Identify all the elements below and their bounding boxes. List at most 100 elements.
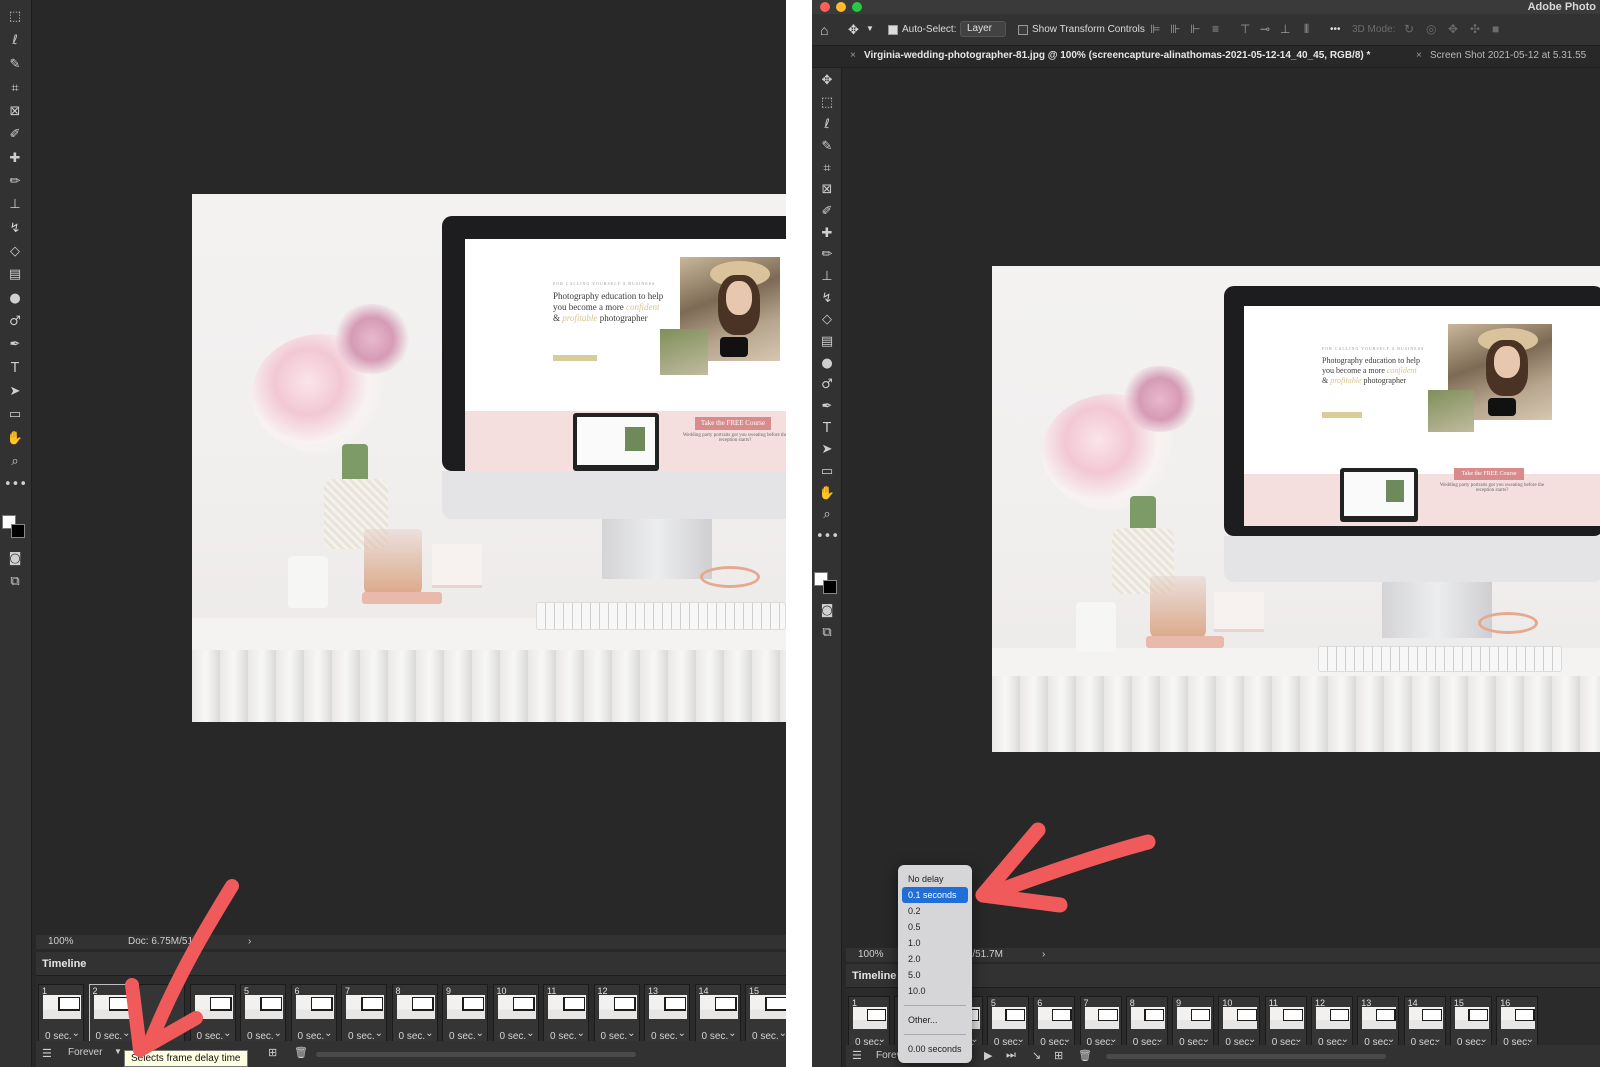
quick-mask-icon[interactable]: ◙	[816, 602, 838, 620]
chevron-down-icon[interactable]: ⌄	[577, 1028, 585, 1039]
lasso-tool-icon[interactable]: ℓ	[816, 116, 838, 134]
chevron-down-icon[interactable]: ⌄	[627, 1028, 635, 1039]
close-window-icon[interactable]	[820, 2, 830, 12]
delay-option[interactable]: 0.5	[902, 919, 968, 935]
chevron-down-icon[interactable]: ⌄	[526, 1028, 534, 1039]
stamp-tool-icon[interactable]: ⊥	[816, 268, 838, 286]
type-tool-icon[interactable]: T	[816, 420, 838, 438]
timeline-frame[interactable]: 20 sec. ⌄	[88, 984, 135, 1044]
chevron-down-icon[interactable]: ⌄	[274, 1028, 282, 1039]
3d-orbit-icon[interactable]: ↻	[1404, 22, 1414, 36]
gradient-tool-icon[interactable]: ▤	[816, 333, 838, 351]
timeline-frame[interactable]: 15 0 sec. ⌄	[745, 984, 786, 1044]
timeline-frame[interactable]: 10 0 sec. ⌄	[492, 984, 539, 1044]
chevron-down-icon[interactable]: ⌄	[1063, 1034, 1071, 1045]
timeline-frame[interactable]: 11 0 sec. ⌄	[543, 984, 589, 1044]
chevron-down-icon[interactable]: ⌄	[1155, 1034, 1163, 1045]
delay-option[interactable]: 0.2	[902, 903, 968, 919]
quick-select-tool-icon[interactable]: ✎	[4, 56, 26, 74]
brush-tool-icon[interactable]: ✏	[4, 173, 26, 191]
timeline-frame[interactable]: 10 sec. ⌄	[848, 996, 890, 1050]
timeline-scrollbar[interactable]	[316, 1052, 636, 1057]
timeline-scrollbar[interactable]	[1106, 1054, 1386, 1059]
loop-dropdown-icon[interactable]: ▼	[114, 1047, 122, 1056]
chevron-down-icon[interactable]: ⌄	[1341, 1034, 1349, 1045]
timeline-frame[interactable]: 13 0 sec. ⌄	[644, 984, 690, 1044]
tab-close-icon[interactable]: ×	[1416, 50, 1422, 61]
background-color-swatch[interactable]	[823, 580, 837, 594]
align-top-icon[interactable]: ⊤	[1240, 22, 1250, 36]
distribute-icon[interactable]: ≡	[1212, 22, 1219, 36]
align-middle-icon[interactable]: ⊸	[1260, 22, 1270, 36]
crop-tool-icon[interactable]: ⌗	[4, 80, 26, 98]
distribute-vertical-icon[interactable]: ⫴	[1304, 22, 1309, 37]
3d-slide-icon[interactable]: ✣	[1470, 22, 1480, 36]
move-tool-icon[interactable]: ✥	[816, 72, 838, 90]
zoom-level[interactable]: 100%	[858, 948, 884, 962]
pen-tool-icon[interactable]: ✒	[4, 336, 26, 354]
chevron-down-icon[interactable]: ⌄	[122, 1028, 130, 1039]
chevron-down-icon[interactable]: ⌄	[425, 1028, 433, 1039]
dodge-tool-icon[interactable]: ♂	[4, 313, 26, 331]
background-color-swatch[interactable]	[11, 524, 25, 538]
chevron-down-icon[interactable]: ⌄	[1202, 1034, 1210, 1045]
marquee-tool-icon[interactable]: ⬚	[816, 94, 838, 112]
pen-tool-icon[interactable]: ✒	[816, 398, 838, 416]
status-expand-icon[interactable]: ›	[1042, 948, 1045, 962]
screen-mode-icon[interactable]: ⧉	[4, 573, 26, 591]
auto-select-checkbox[interactable]	[888, 25, 898, 35]
chevron-down-icon[interactable]: ⌄	[476, 1028, 484, 1039]
crop-tool-icon[interactable]: ⌗	[816, 160, 838, 178]
chevron-down-icon[interactable]: ⌄	[1294, 1034, 1302, 1045]
next-frame-icon[interactable]: ⏭	[1006, 1049, 1016, 1062]
hand-tool-icon[interactable]: ✋	[816, 485, 838, 503]
frame-tool-icon[interactable]: ⊠	[4, 103, 26, 121]
tab-screenshot-document[interactable]: Screen Shot 2021-05-12 at 5.31.55	[1430, 50, 1586, 61]
chevron-down-icon[interactable]: ⌄	[223, 1028, 231, 1039]
home-icon[interactable]: ⌂	[820, 22, 828, 38]
chevron-down-icon[interactable]: ⌄	[1433, 1034, 1441, 1045]
align-right-icon[interactable]: ⊩	[1190, 22, 1200, 36]
timeline-frame[interactable]: 16 0 sec. ⌄	[1496, 996, 1539, 1050]
eyedropper-tool-icon[interactable]: ✐	[4, 126, 26, 144]
brush-tool-icon[interactable]: ✏	[816, 246, 838, 264]
more-tools-icon[interactable]: •••	[816, 528, 839, 546]
chevron-down-icon[interactable]: ⌄	[678, 1028, 686, 1039]
timeline-frame[interactable]: 12 0 sec. ⌄	[593, 984, 640, 1044]
blur-tool-icon[interactable]: ●	[4, 290, 26, 308]
lasso-tool-icon[interactable]: ℓ	[4, 32, 26, 50]
zoom-window-icon[interactable]	[852, 2, 862, 12]
chevron-down-icon[interactable]: ⌄	[1248, 1034, 1256, 1045]
history-brush-icon[interactable]: ↯	[816, 290, 838, 308]
delete-frame-icon[interactable]: 🗑	[1078, 1049, 1092, 1062]
align-bottom-icon[interactable]: ⊥	[1280, 22, 1290, 36]
timeline-frame[interactable]: 90 sec. ⌄	[442, 984, 488, 1044]
chevron-down-icon[interactable]: ⌄	[878, 1034, 886, 1045]
timeline-frame[interactable]: 60 sec. ⌄	[1033, 996, 1076, 1050]
delay-option[interactable]: 1.0	[902, 935, 968, 951]
zoom-level[interactable]: 100%	[48, 935, 74, 949]
duplicate-frame-icon[interactable]: ⊞	[1054, 1049, 1063, 1062]
delay-option[interactable]: 10.0	[902, 983, 968, 999]
type-tool-icon[interactable]: T	[4, 360, 26, 378]
path-select-icon[interactable]: ➤	[4, 383, 26, 401]
chevron-down-icon[interactable]: ⌄	[728, 1028, 736, 1039]
history-brush-icon[interactable]: ↯	[4, 220, 26, 238]
align-left-icon[interactable]: ⊫	[1150, 22, 1160, 36]
delay-option[interactable]: 5.0	[902, 967, 968, 983]
timeline-frame[interactable]: 0 sec. ⌄	[189, 984, 236, 1044]
timeline-frame[interactable]: 10 sec. ⌄	[38, 984, 84, 1044]
chevron-down-icon[interactable]: ⌄	[1017, 1034, 1025, 1045]
timeline-frame[interactable]: 13 0 sec. ⌄	[1357, 996, 1400, 1050]
chevron-down-icon[interactable]: ⌄	[1480, 1034, 1488, 1045]
tween-icon[interactable]: ↘	[1032, 1049, 1041, 1062]
frame-tool-icon[interactable]: ⊠	[816, 181, 838, 199]
3d-camera-icon[interactable]: ■	[1492, 22, 1499, 36]
delay-option[interactable]: No delay	[902, 871, 968, 887]
3d-pan-icon[interactable]: ✥	[1448, 22, 1458, 36]
timeline-frame[interactable]: 80 sec. ⌄	[1125, 996, 1168, 1050]
timeline-frame[interactable]: 11 0 sec. ⌄	[1264, 996, 1307, 1050]
eraser-tool-icon[interactable]: ◇	[816, 311, 838, 329]
tab-active-document[interactable]: Virginia-wedding-photographer-81.jpg @ 1…	[864, 50, 1370, 61]
chevron-down-icon[interactable]: ⌄	[1387, 1034, 1395, 1045]
